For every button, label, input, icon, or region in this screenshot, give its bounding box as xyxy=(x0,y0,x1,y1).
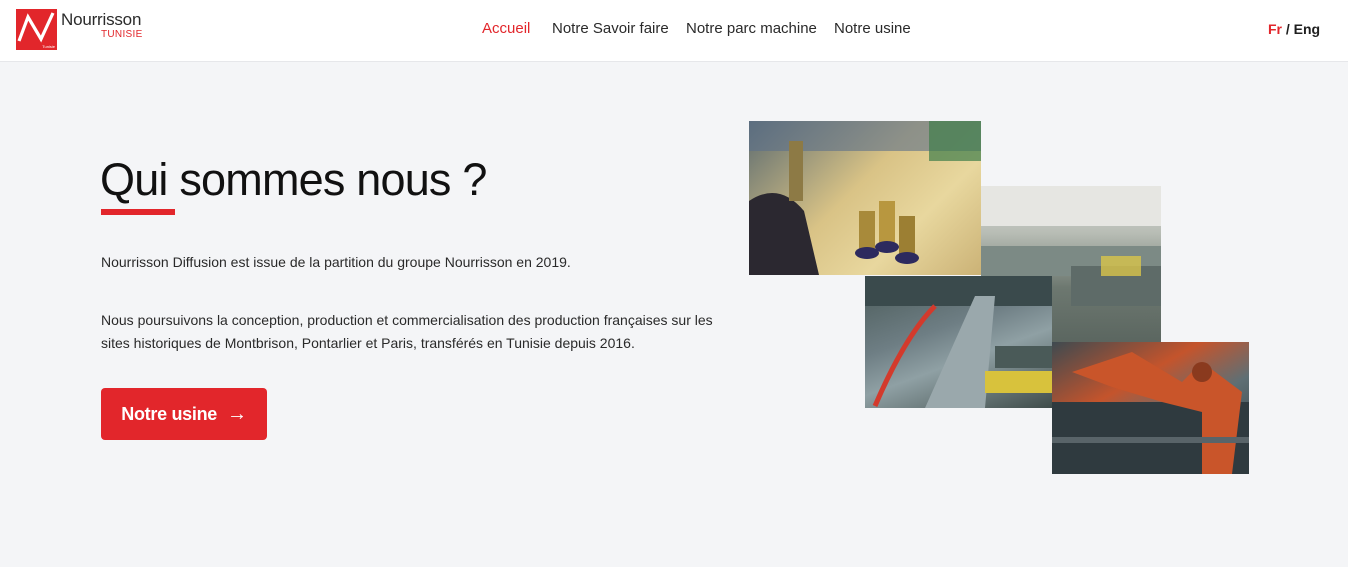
logo-mark-caption: Tunisie xyxy=(42,44,55,49)
nav-item-usine[interactable]: Notre usine xyxy=(834,20,911,37)
language-switcher: Fr / Eng xyxy=(1268,21,1320,37)
page-title: Qui sommes nous ? xyxy=(100,154,487,205)
top-navbar: Tunisie Nourrisson TUNISIE Accueil Notre… xyxy=(0,0,1348,62)
nav-item-parc-machine[interactable]: Notre parc machine xyxy=(686,20,817,37)
title-underline xyxy=(101,209,175,215)
arrow-right-icon: → xyxy=(227,402,247,425)
brand-logo[interactable]: Tunisie Nourrisson TUNISIE xyxy=(16,9,143,51)
description-paragraph: Nous poursuivons la conception, producti… xyxy=(101,312,713,351)
industrial-robot-photo xyxy=(1052,342,1249,474)
notre-usine-button[interactable]: Notre usine → xyxy=(101,388,267,440)
brand-subtitle: TUNISIE xyxy=(101,29,143,40)
lang-en-link[interactable]: Eng xyxy=(1294,21,1320,37)
nav-item-accueil[interactable]: Accueil xyxy=(482,20,530,37)
lang-fr-link[interactable]: Fr xyxy=(1268,21,1282,37)
brass-fittings-photo xyxy=(749,121,981,275)
logo-mark-icon: Tunisie xyxy=(16,9,57,50)
production-line-photo xyxy=(865,276,1052,408)
nav-item-savoir-faire[interactable]: Notre Savoir faire xyxy=(552,20,669,37)
brand-name: Nourrisson xyxy=(61,10,142,29)
lang-separator: / xyxy=(1285,21,1290,37)
intro-paragraph: Nourrisson Diffusion est issue de la par… xyxy=(101,254,571,270)
cta-label: Notre usine xyxy=(121,403,217,424)
